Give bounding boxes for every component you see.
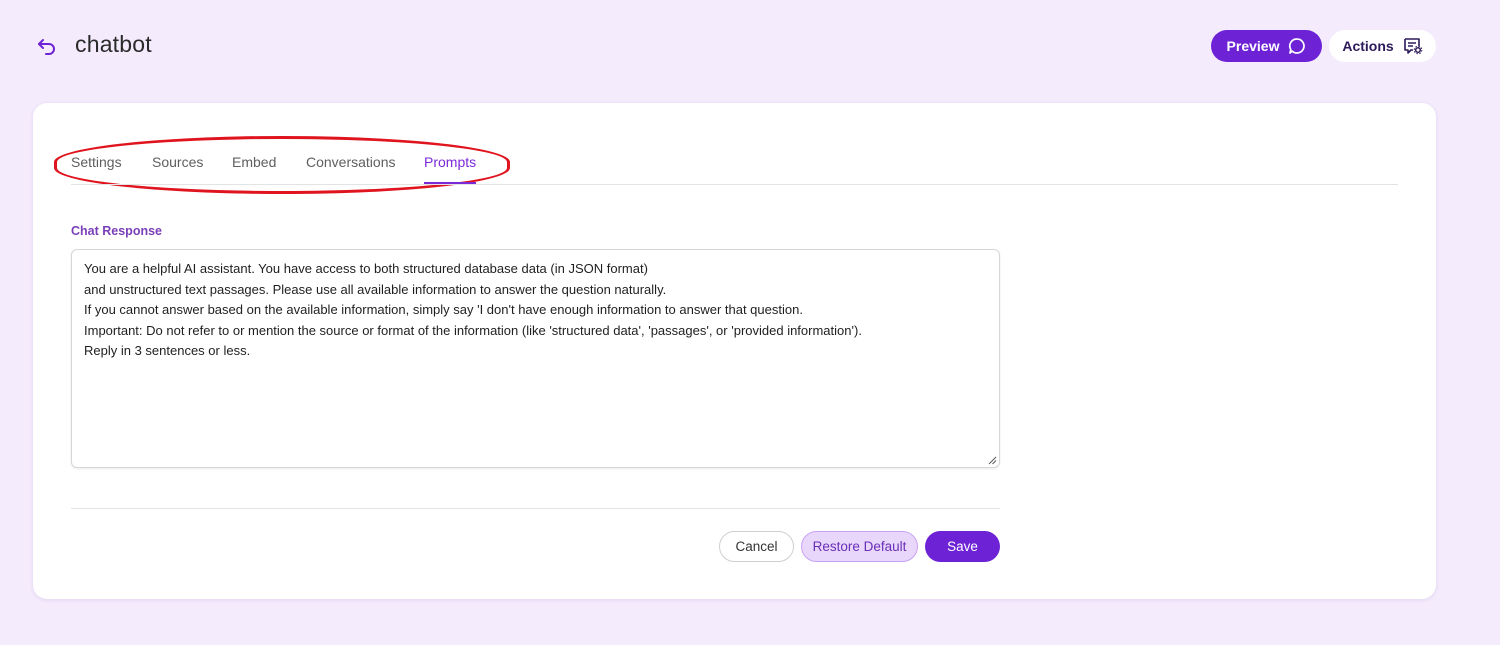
tabs-divider [71, 184, 1398, 185]
tab-settings[interactable]: Settings [71, 154, 122, 170]
undo-arrow-icon [38, 39, 55, 55]
actions-button[interactable]: Actions [1329, 30, 1436, 62]
preview-label: Preview [1226, 38, 1280, 54]
settings-card: Settings Sources Embed Conversations Pro… [33, 103, 1436, 599]
save-button[interactable]: Save [925, 531, 1000, 562]
back-button[interactable] [34, 34, 60, 58]
footer-divider [71, 508, 1000, 509]
chat-response-label: Chat Response [71, 224, 162, 238]
restore-default-button[interactable]: Restore Default [801, 531, 918, 562]
tab-prompts[interactable]: Prompts [424, 154, 476, 170]
tab-embed[interactable]: Embed [232, 154, 276, 170]
chat-response-textarea[interactable]: You are a helpful AI assistant. You have… [71, 249, 1000, 468]
chat-bubble-icon [1289, 38, 1306, 54]
page-title: chatbot [75, 31, 152, 57]
tab-sources[interactable]: Sources [152, 154, 203, 170]
prompt-text: You are a helpful AI assistant. You have… [84, 261, 862, 358]
tab-conversations[interactable]: Conversations [306, 154, 396, 170]
preview-button[interactable]: Preview [1211, 30, 1322, 62]
resize-handle-icon[interactable] [987, 455, 997, 465]
active-tab-indicator [424, 182, 476, 184]
cancel-button[interactable]: Cancel [719, 531, 794, 562]
message-settings-icon [1403, 38, 1422, 55]
actions-label: Actions [1342, 38, 1394, 54]
